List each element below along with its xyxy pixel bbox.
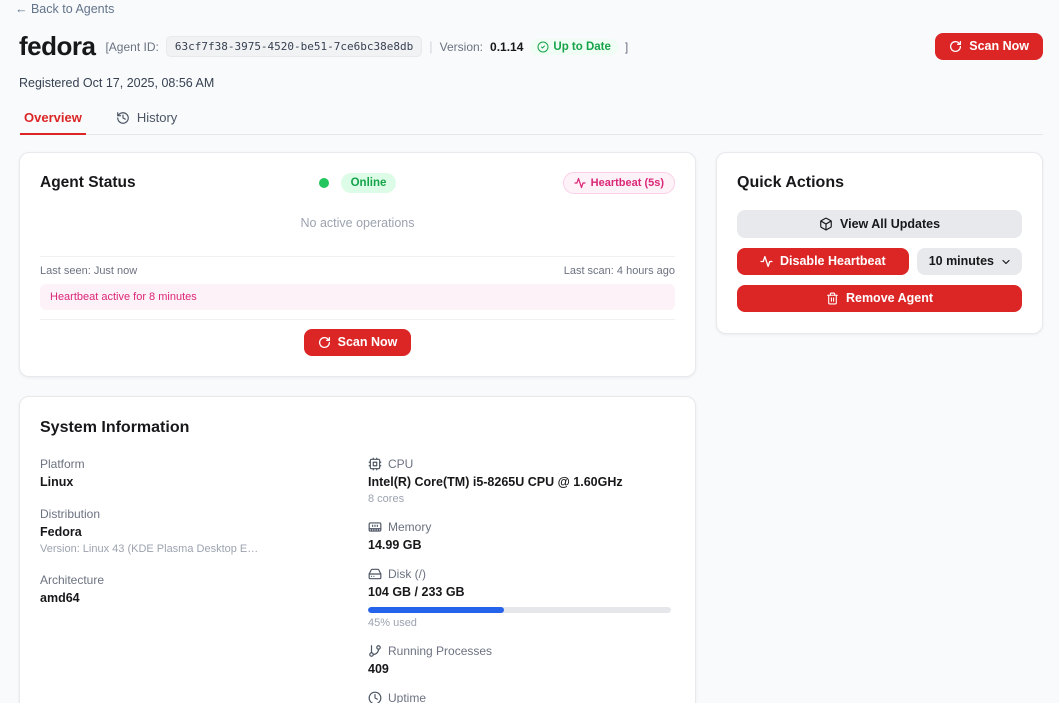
- architecture-label: Architecture: [40, 573, 104, 587]
- tab-history-label: History: [137, 110, 177, 125]
- uptime-label: Uptime: [388, 691, 426, 703]
- system-information-card: System Information Platform Linux Distri…: [19, 396, 696, 703]
- processes-icon: [368, 644, 382, 658]
- agent-detail-page: ← Back to Agents fedora [Agent ID: 63cf7…: [0, 0, 1059, 703]
- memory-field: Memory 14.99 GB: [368, 520, 671, 552]
- scan-now-button-header[interactable]: Scan Now: [935, 33, 1043, 60]
- scan-now-label: Scan Now: [338, 336, 398, 349]
- memory-label: Memory: [388, 520, 431, 534]
- heartbeat-badge-label: Heartbeat (5s): [591, 177, 664, 189]
- distribution-field: Distribution Fedora Version: Linux 43 (K…: [40, 507, 368, 555]
- version-label: Version:: [440, 40, 483, 54]
- divider: [40, 319, 675, 320]
- cpu-icon: [368, 457, 382, 471]
- platform-label: Platform: [40, 457, 85, 471]
- quick-actions-title: Quick Actions: [737, 174, 1022, 192]
- version-value: 0.1.14: [490, 40, 523, 54]
- system-information-title: System Information: [40, 419, 671, 437]
- agent-header: fedora [Agent ID: 63cf7f38-3975-4520-be5…: [19, 31, 1043, 62]
- agent-status-title: Agent Status: [40, 174, 319, 192]
- no-active-operations-text: No active operations: [40, 216, 675, 230]
- memory-icon: [368, 520, 382, 534]
- memory-value: 14.99 GB: [368, 538, 671, 552]
- registered-date: Registered Oct 17, 2025, 08:56 AM: [19, 76, 1043, 90]
- architecture-field: Architecture amd64: [40, 573, 368, 605]
- view-all-updates-label: View All Updates: [840, 218, 940, 231]
- disable-heartbeat-label: Disable Heartbeat: [780, 255, 886, 268]
- distribution-version: Version: Linux 43 (KDE Plasma Desktop E…: [40, 543, 368, 555]
- check-circle-icon: [537, 41, 549, 53]
- tab-history[interactable]: History: [114, 106, 179, 134]
- cpu-label: CPU: [388, 457, 413, 471]
- disk-usage-bar: [368, 607, 671, 613]
- disk-label: Disk (/): [388, 567, 426, 581]
- cpu-field: CPU Intel(R) Core(TM) i5-8265U CPU @ 1.6…: [368, 457, 671, 505]
- activity-icon: [574, 177, 586, 189]
- online-dot-icon: [319, 178, 329, 188]
- disk-used-text: 45% used: [368, 617, 671, 629]
- disable-heartbeat-button[interactable]: Disable Heartbeat: [737, 248, 909, 275]
- cpu-cores: 8 cores: [368, 493, 671, 505]
- cpu-value: Intel(R) Core(TM) i5-8265U CPU @ 1.60GHz: [368, 475, 671, 489]
- disk-field: Disk (/) 104 GB / 233 GB 45% used: [368, 567, 671, 629]
- tab-overview[interactable]: Overview: [22, 106, 84, 134]
- activity-icon: [760, 255, 773, 268]
- processes-value: 409: [368, 662, 671, 676]
- platform-value: Linux: [40, 475, 368, 489]
- chevron-down-icon: [1000, 256, 1012, 268]
- heartbeat-badge: Heartbeat (5s): [563, 172, 675, 194]
- distribution-value: Fedora: [40, 525, 368, 539]
- distribution-label: Distribution: [40, 507, 100, 521]
- back-to-agents-link[interactable]: ← Back to Agents: [15, 2, 114, 16]
- agent-meta: [Agent ID: 63cf7f38-3975-4520-be51-7ce6b…: [105, 36, 628, 57]
- agent-name-title: fedora: [19, 31, 95, 62]
- uptime-field: Uptime up 2 weeks, 5 days, 7 hours, 18 m…: [368, 691, 671, 703]
- view-all-updates-button[interactable]: View All Updates: [737, 210, 1022, 238]
- last-scan-text: Last scan: 4 hours ago: [564, 265, 675, 277]
- remove-agent-button[interactable]: Remove Agent: [737, 285, 1022, 312]
- heartbeat-duration-select[interactable]: 10 minutes: [917, 248, 1022, 275]
- agent-id-value: 63cf7f38-3975-4520-be51-7ce6bc38e8db: [166, 36, 422, 57]
- up-to-date-badge: Up to Date: [530, 39, 618, 55]
- refresh-icon: [318, 336, 331, 349]
- history-icon: [116, 111, 130, 125]
- online-status: Online: [319, 173, 397, 193]
- platform-field: Platform Linux: [40, 457, 368, 489]
- separator: |: [429, 39, 432, 54]
- agent-status-card: Agent Status Online Heartbeat (5s) No ac…: [19, 152, 696, 377]
- tab-bar: Overview History: [19, 106, 1043, 135]
- up-to-date-label: Up to Date: [553, 41, 611, 53]
- scan-now-label: Scan Now: [969, 40, 1029, 53]
- uptime-clock-icon: [368, 691, 382, 703]
- agent-id-label: [Agent ID:: [105, 40, 158, 54]
- heartbeat-active-banner: Heartbeat active for 8 minutes: [40, 284, 675, 310]
- remove-agent-label: Remove Agent: [846, 292, 933, 305]
- last-seen-text: Last seen: Just now: [40, 265, 137, 277]
- heartbeat-duration-value: 10 minutes: [929, 255, 994, 268]
- disk-icon: [368, 567, 382, 581]
- disk-value: 104 GB / 233 GB: [368, 585, 671, 599]
- scan-now-button-card[interactable]: Scan Now: [304, 329, 412, 356]
- quick-actions-card: Quick Actions View All Updates Disable H…: [716, 152, 1043, 334]
- divider: [40, 256, 675, 257]
- architecture-value: amd64: [40, 591, 368, 605]
- refresh-icon: [949, 40, 962, 53]
- online-badge: Online: [341, 173, 397, 193]
- bracket-close: ]: [625, 40, 628, 54]
- tab-overview-label: Overview: [24, 110, 82, 125]
- trash-icon: [826, 292, 839, 305]
- processes-label: Running Processes: [388, 644, 492, 658]
- package-icon: [819, 217, 833, 231]
- disk-usage-fill: [368, 607, 504, 613]
- processes-field: Running Processes 409: [368, 644, 671, 676]
